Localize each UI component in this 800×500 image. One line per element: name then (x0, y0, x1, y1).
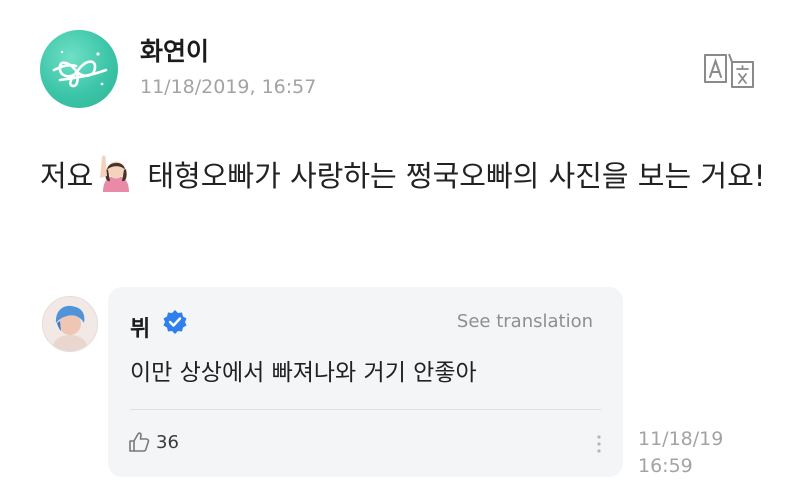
post-body: 저요 태형오빠가 사랑하는 쩡국오빠의 사진을 보는 거요! (40, 150, 770, 202)
like-button[interactable]: 36 (128, 427, 179, 457)
comment-author-name[interactable]: 뷔 (130, 311, 150, 343)
comment-date: 11/18/19 (638, 428, 724, 450)
post-body-text-rest: 태형오빠가 사랑하는 쩡국오빠의 사진을 보는 거요! (147, 159, 766, 193)
verified-badge-icon (163, 310, 187, 334)
post-view: 화연이 11/18/2019, 16:57 저요 태형오빠가 사랑하는 쩡국오빠… (0, 0, 800, 500)
post-body-text-start: 저요 (40, 159, 94, 193)
comment-timestamp: 11/18/19 16:59 (638, 426, 758, 480)
see-translation-link[interactable]: See translation (457, 311, 593, 332)
comment-text: 이만 상상에서 빠져나와 거기 안좋아 (130, 360, 477, 386)
translate-icon[interactable] (702, 52, 756, 90)
post-timestamp: 11/18/2019, 16:57 (140, 76, 317, 98)
butterfly-icon (52, 50, 108, 88)
person-raising-hand-icon (100, 155, 130, 192)
commenter-avatar[interactable] (42, 296, 98, 352)
like-count: 36 (156, 431, 179, 453)
author-name[interactable]: 화연이 (140, 32, 209, 68)
more-vertical-icon[interactable] (594, 433, 604, 455)
comment-time: 16:59 (638, 455, 693, 477)
author-avatar[interactable] (40, 30, 118, 108)
comment-divider (130, 409, 601, 410)
comment-card: 뷔 See translation 이만 상상에서 빠져나와 거기 안좋아 36 (108, 287, 623, 477)
commenter-avatar-image (43, 297, 97, 351)
thumbs-up-icon (129, 432, 150, 452)
